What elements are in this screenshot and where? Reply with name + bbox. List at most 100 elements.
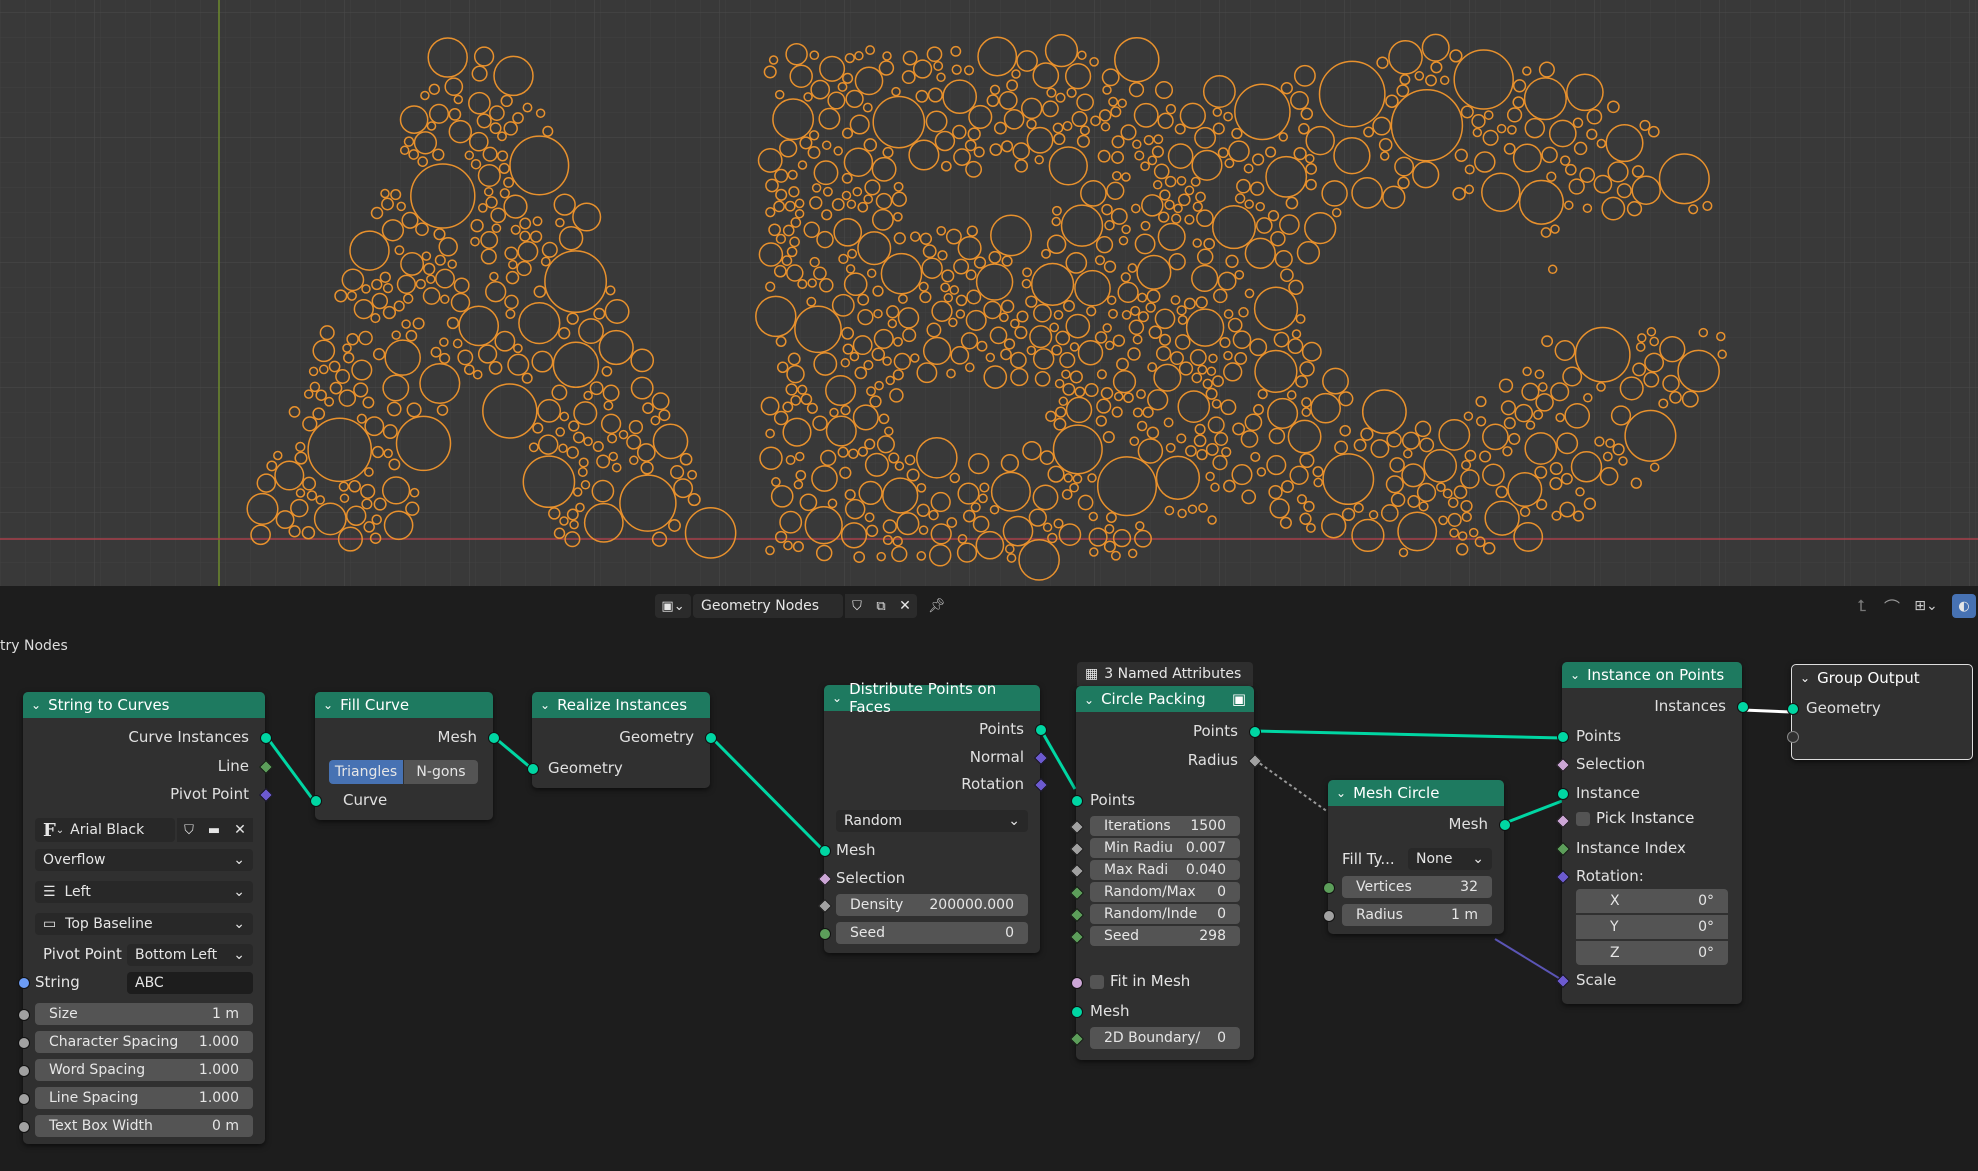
socket-mesh-in[interactable] [819,845,831,857]
pivot-point-dropdown[interactable]: Bottom Left ⌄ [127,944,253,966]
font-selector[interactable]: F ⌄ Arial Black [35,818,175,842]
align-x-dropdown[interactable]: ☰ Left ⌄ [35,881,253,903]
field-random-max[interactable]: Random/Max 0 [1090,882,1240,902]
socket-mesh-out[interactable] [1499,819,1511,831]
node-circle-packing[interactable]: ⌄ Circle Packing ▣ Points Radius Points It… [1069,686,1263,1060]
socket-vertices[interactable] [1323,882,1335,894]
node-realize-instances[interactable]: ⌄ Realize Instances Geometry Geometry [527,692,717,788]
node-string-to-curves[interactable]: ⌄ String to Curves Curve Instances Line P… [18,692,274,1144]
field-random-inde[interactable]: Random/Inde 0 [1090,904,1240,924]
align-y-dropdown[interactable]: ▭ Top Baseline ⌄ [35,913,253,935]
string-input[interactable]: ABC [127,972,253,994]
node-group-icon[interactable]: ▣ [1232,690,1246,708]
unlink-font-button[interactable]: ✕ [227,818,253,842]
collapse-chevron-icon[interactable]: ⌄ [540,698,550,712]
socket-geometry-in[interactable] [527,763,539,775]
field-line-spacing[interactable]: Line Spacing 1.000 [35,1087,253,1109]
field-iterations[interactable]: Iterations 1500 [1090,816,1240,836]
distribute-method-dropdown[interactable]: Random ⌄ [836,810,1028,832]
rotation-x-field[interactable]: X 0° [1576,889,1728,913]
field-text-box-width[interactable]: Text Box Width 0 m [35,1115,253,1137]
rotation-y-field[interactable]: Y 0° [1576,915,1728,939]
field-size[interactable]: Size 1 m [35,1003,253,1025]
field-max-radi[interactable]: Max Radi 0.040 [1090,860,1240,880]
field-min-radiu[interactable]: Min Radiu 0.007 [1090,838,1240,858]
node-header[interactable]: ⌄ Circle Packing ▣ [1076,686,1254,712]
socket-instance-in[interactable] [1557,788,1569,800]
snap-mode-dropdown[interactable]: ⊞⌄ [1908,594,1944,618]
named-attributes-badge[interactable]: ▦ 3 Named Attributes [1077,662,1253,686]
socket-empty[interactable] [1787,731,1799,743]
socket-line-spacing[interactable] [18,1093,30,1105]
node-group-output[interactable]: ⌄ Group Output Geometry [1787,664,1973,760]
socket-points-out[interactable] [1249,726,1261,738]
node-header[interactable]: ⌄ Mesh Circle [1328,780,1504,806]
collapse-chevron-icon[interactable]: ⌄ [1336,786,1346,800]
collapse-chevron-icon[interactable]: ⌄ [1570,668,1580,682]
snap-button[interactable]: ⌒ [1880,594,1904,618]
node-header[interactable]: ⌄ Fill Curve [315,692,493,718]
mode-triangles-button[interactable]: Triangles [329,760,403,784]
node-distribute-points[interactable]: ⌄ Distribute Points on Faces Points Norma… [817,680,1049,953]
field-seed[interactable]: Seed 298 [1090,926,1240,946]
socket-points-in[interactable] [1557,731,1569,743]
socket-seed[interactable] [819,928,831,940]
socket-word-spacing[interactable] [18,1065,30,1077]
overflow-dropdown[interactable]: Overflow ⌄ [35,849,253,871]
density-field[interactable]: Density 200000.000 [836,894,1028,916]
unlink-button[interactable]: ✕ [893,594,917,618]
socket-curve-instances[interactable] [260,732,272,744]
collapse-chevron-icon[interactable]: ⌄ [323,698,333,712]
socket-points-out[interactable] [1035,724,1047,736]
field-character-spacing[interactable]: Character Spacing 1.000 [35,1031,253,1053]
breadcrumb: try Nodes [0,638,68,654]
socket-radius-in[interactable] [1323,910,1335,922]
socket-instances-out[interactable] [1737,701,1749,713]
node-fill-curve[interactable]: ⌄ Fill Curve Mesh Triangles N-gons Curve [310,692,500,820]
viewport-canvas[interactable] [0,0,1978,586]
socket-mesh-out[interactable] [488,732,500,744]
socket-points-in[interactable] [1071,795,1083,807]
node-header[interactable]: ⌄ String to Curves [23,692,265,718]
socket-size[interactable] [18,1009,30,1021]
open-font-button[interactable]: ▬ [201,818,227,842]
overlay-button[interactable]: ◐ [1952,594,1976,618]
node-header[interactable]: ⌄ Distribute Points on Faces [824,680,1040,716]
socket-fit-in-mesh[interactable] [1071,977,1083,989]
editor-type-button[interactable]: ▣⌄ [655,594,691,618]
vertices-field[interactable]: Vertices 32 [1342,876,1492,898]
seed-field[interactable]: Seed 0 [836,922,1028,944]
collapse-chevron-icon[interactable]: ⌄ [1084,693,1094,707]
chevron-down-icon: ⌄ [55,824,65,836]
collapse-chevron-icon[interactable]: ⌄ [31,698,41,712]
socket-curve-in[interactable] [310,795,322,807]
radius-field[interactable]: Radius 1 m [1342,904,1492,926]
fake-user-button[interactable]: ⛉ [845,594,869,618]
socket-geometry-in[interactable] [1787,703,1799,715]
fit-in-mesh-checkbox[interactable] [1090,975,1104,989]
node-header[interactable]: ⌄ Instance on Points [1562,662,1742,688]
rotation-z-field[interactable]: Z 0° [1576,941,1728,965]
socket-mesh-in[interactable] [1071,1006,1083,1018]
boundary-field[interactable]: 2D Boundary/0 [1090,1027,1240,1049]
node-header[interactable]: ⌄ Group Output [1792,665,1972,691]
socket-text-box-width[interactable] [18,1121,30,1133]
parent-node-tree-button[interactable]: ⮤ [1850,594,1874,618]
socket-character-spacing[interactable] [18,1037,30,1049]
collapse-chevron-icon[interactable]: ⌄ [1800,671,1810,685]
socket-string[interactable] [18,977,30,989]
socket-geometry-out[interactable] [705,732,717,744]
collapse-chevron-icon[interactable]: ⌄ [832,691,842,705]
node-header[interactable]: ⌄ Realize Instances [532,692,710,718]
field-word-spacing[interactable]: Word Spacing 1.000 [35,1059,253,1081]
fake-user-font-button[interactable]: ⛉ [177,818,201,842]
mode-ngons-button[interactable]: N-gons [404,760,478,784]
node-mesh-circle[interactable]: ⌄ Mesh Circle Mesh Fill Ty... None ⌄ Verti… [1323,780,1511,934]
node-instance-on-points[interactable]: ⌄ Instance on Points Instances Points Sel… [1555,662,1749,1004]
duplicate-button[interactable]: ⧉ [869,594,893,618]
pick-instance-checkbox[interactable] [1576,812,1590,826]
node-tree-field[interactable]: Geometry Nodes [693,594,843,618]
3d-viewport[interactable] [0,0,1978,586]
fill-type-dropdown[interactable]: None ⌄ [1408,848,1492,870]
pin-button[interactable]: 📌︎ [925,594,949,618]
